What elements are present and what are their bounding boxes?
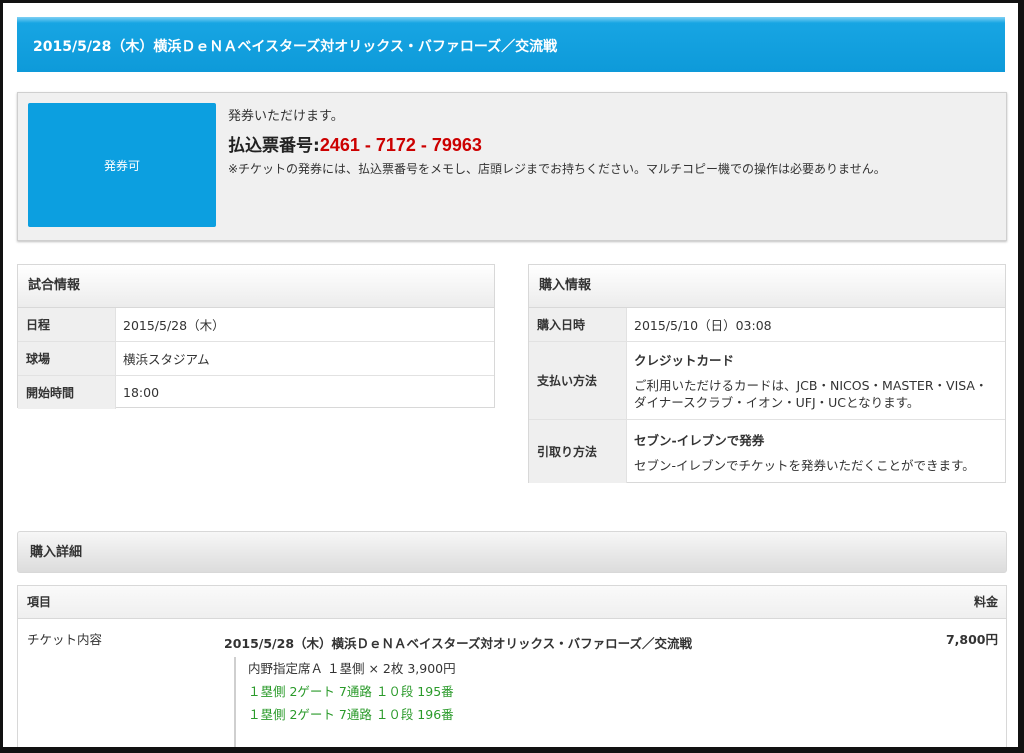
purchase-date-label: 購入日時 bbox=[529, 308, 627, 341]
purchase-details-table: 項目 料金 チケット内容 2015/5/28（木）横浜ＤｅＮＡベイスターズ対オリ… bbox=[17, 585, 1007, 747]
pickup-method-title: セブン-イレブンで発券 bbox=[634, 432, 765, 448]
column-price-header: 料金 bbox=[973, 595, 998, 609]
game-info-row: 球場 横浜スタジアム bbox=[18, 342, 494, 376]
status-badge: 発券可 bbox=[28, 103, 216, 227]
payment-code: 2461 - 7172 - 79963 bbox=[319, 135, 482, 155]
game-info-value: 横浜スタジアム bbox=[123, 352, 210, 367]
payment-code-line: 払込票番号:2461 - 7172 - 79963 bbox=[228, 131, 996, 156]
purchase-info-heading: 購入情報 bbox=[529, 265, 1005, 308]
seat-type: 内野指定席Ａ １塁側 × 2枚 3,900円 bbox=[248, 661, 456, 676]
column-item-header: 項目 bbox=[27, 595, 52, 609]
page-title: 2015/5/28（木）横浜ＤｅＮＡベイスターズ対オリックス・バファローズ／交流… bbox=[17, 17, 1005, 72]
payment-method-desc: ご利用いただけるカードは、JCB・NICOS・MASTER・VISA・ダイナース… bbox=[634, 378, 988, 410]
seat-item: １塁側 2ゲート 7通路 １０段 196番 bbox=[248, 707, 454, 722]
purchase-date-row: 購入日時 2015/5/10（日）03:08 bbox=[529, 308, 1005, 342]
payment-code-label: 払込票番号: bbox=[228, 136, 320, 156]
payment-method-label: 支払い方法 bbox=[529, 342, 627, 419]
details-table-header: 項目 料金 bbox=[18, 586, 1006, 619]
game-info-row: 開始時間 18:00 bbox=[18, 376, 494, 409]
ticket-content-label: チケット内容 bbox=[27, 632, 103, 647]
payment-method-value: クレジットカード ご利用いただけるカードは、JCB・NICOS・MASTER・V… bbox=[627, 342, 1005, 419]
status-note: ※チケットの発券には、払込票番号をメモし、店頭レジまでお持ちください。マルチコピ… bbox=[228, 162, 886, 176]
game-info-value: 18:00 bbox=[123, 385, 160, 400]
pickup-method-row: 引取り方法 セブン-イレブンで発券 セブン-イレブンでチケットを発券いただくこと… bbox=[529, 420, 1005, 483]
seat-list: 内野指定席Ａ １塁側 × 2枚 3,900円 １塁側 2ゲート 7通路 １０段 … bbox=[234, 657, 484, 747]
game-info-table: 試合情報 日程 2015/5/28（木） 球場 横浜スタジアム 開始時間 18:… bbox=[17, 264, 495, 409]
game-info-value: 2015/5/28（木） bbox=[123, 318, 225, 333]
payment-method-title: クレジットカード bbox=[634, 353, 735, 368]
game-info-label: 開始時間 bbox=[18, 376, 116, 409]
purchase-details-heading: 購入詳細 bbox=[17, 531, 1007, 573]
event-name: 2015/5/28（木）横浜ＤｅＮＡベイスターズ対オリックス・バファローズ／交流… bbox=[224, 636, 693, 651]
status-text-block: 発券いただけます。 払込票番号:2461 - 7172 - 79963 ※チケッ… bbox=[228, 105, 996, 177]
status-message: 発券いただけます。 bbox=[228, 109, 344, 124]
payment-method-row: 支払い方法 クレジットカード ご利用いただけるカードは、JCB・NICOS・MA… bbox=[529, 342, 1005, 420]
table-row: チケット内容 2015/5/28（木）横浜ＤｅＮＡベイスターズ対オリックス・バフ… bbox=[18, 619, 1006, 747]
game-info-label: 球場 bbox=[18, 342, 116, 375]
purchase-info-table: 購入情報 購入日時 2015/5/10（日）03:08 支払い方法 クレジットカ… bbox=[528, 264, 1006, 483]
game-info-heading: 試合情報 bbox=[18, 265, 494, 308]
page-frame: 2015/5/28（木）横浜ＤｅＮＡベイスターズ対オリックス・バファローズ／交流… bbox=[0, 0, 1024, 753]
pickup-method-label: 引取り方法 bbox=[529, 420, 627, 483]
seat-item: １塁側 2ゲート 7通路 １０段 195番 bbox=[248, 684, 454, 699]
ticket-status-panel: 発券可 発券いただけます。 払込票番号:2461 - 7172 - 79963 … bbox=[17, 92, 1007, 241]
pickup-method-value: セブン-イレブンで発券 セブン-イレブンでチケットを発券いただくことができます。 bbox=[627, 420, 1005, 483]
game-info-row: 日程 2015/5/28（木） bbox=[18, 308, 494, 342]
game-info-label: 日程 bbox=[18, 308, 116, 341]
purchase-date-value: 2015/5/10（日）03:08 bbox=[634, 318, 772, 333]
ticket-price: 7,800円 bbox=[945, 632, 998, 647]
pickup-method-desc: セブン-イレブンでチケットを発券いただくことができます。 bbox=[634, 457, 975, 473]
